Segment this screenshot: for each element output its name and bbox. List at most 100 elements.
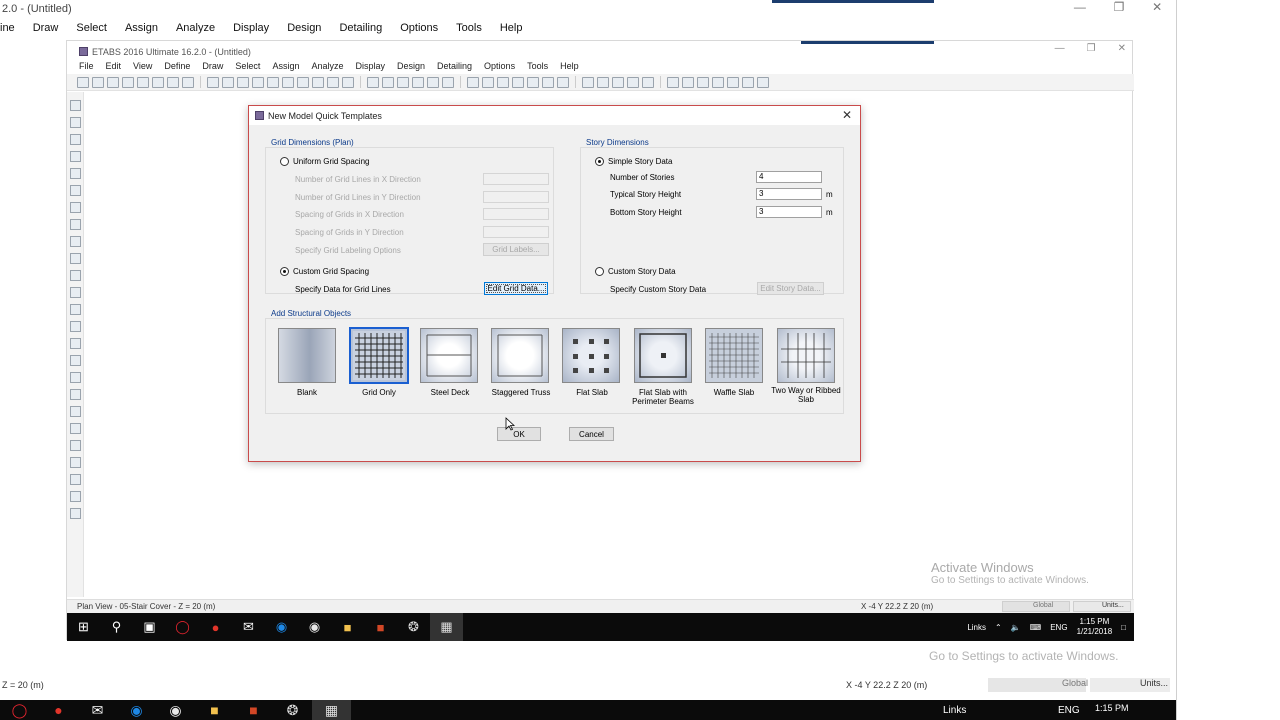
edge-icon[interactable]: ◉ bbox=[117, 700, 156, 720]
select-previous-icon[interactable] bbox=[69, 457, 81, 468]
draw-line-icon[interactable] bbox=[69, 151, 81, 162]
draw-section-cut-icon[interactable] bbox=[69, 304, 81, 315]
perspective-icon[interactable] bbox=[427, 76, 439, 88]
app-icon[interactable]: ❂ bbox=[273, 700, 312, 720]
opera-icon[interactable]: ◯ bbox=[166, 613, 199, 641]
folder-icon[interactable]: ■ bbox=[331, 613, 364, 641]
opera-icon[interactable]: ◯ bbox=[0, 700, 39, 720]
draw-developed-elevation-icon[interactable] bbox=[69, 321, 81, 332]
select-all-icon[interactable] bbox=[69, 423, 81, 434]
chrome-icon[interactable]: ◉ bbox=[298, 613, 331, 641]
draw-wall-icon[interactable] bbox=[527, 76, 539, 88]
draw-column-icon[interactable] bbox=[482, 76, 494, 88]
assign-diaphragm-icon[interactable] bbox=[642, 76, 654, 88]
notification-icon[interactable]: □ bbox=[1121, 623, 1126, 632]
tray-links[interactable]: Links bbox=[967, 623, 986, 632]
mail-icon[interactable]: ✉ bbox=[232, 613, 265, 641]
draw-rectangle-icon[interactable] bbox=[69, 236, 81, 247]
restore-icon[interactable]: ❐ bbox=[1114, 0, 1125, 18]
spacing-y-input[interactable] bbox=[483, 226, 549, 238]
assign-frame-icon[interactable] bbox=[597, 76, 609, 88]
menu-display[interactable]: Display bbox=[349, 61, 391, 71]
draw-reference-point-icon[interactable] bbox=[69, 338, 81, 349]
view-3d-icon[interactable] bbox=[297, 76, 309, 88]
menu-edit[interactable]: Edit bbox=[100, 61, 128, 71]
draw-brace-icon[interactable] bbox=[512, 76, 524, 88]
menu-select[interactable]: Select bbox=[229, 61, 266, 71]
draw-slab-icon[interactable] bbox=[542, 76, 554, 88]
pointer-icon[interactable] bbox=[69, 100, 81, 111]
zoom-fit-icon[interactable] bbox=[252, 76, 264, 88]
cancel-button[interactable]: Cancel bbox=[569, 427, 614, 441]
uniform-grid-radio[interactable] bbox=[280, 157, 289, 166]
outer-menu-analyze[interactable]: Analyze bbox=[168, 22, 225, 34]
clock[interactable]: 1:15 PM 1/21/2018 bbox=[1077, 617, 1113, 637]
move-up-icon[interactable] bbox=[367, 76, 379, 88]
design-icon[interactable] bbox=[742, 76, 754, 88]
etabs-taskbar-icon[interactable]: ▦ bbox=[430, 613, 463, 641]
draw-opening-icon[interactable] bbox=[69, 270, 81, 281]
menu-design[interactable]: Design bbox=[391, 61, 431, 71]
detailing-icon[interactable] bbox=[757, 76, 769, 88]
draw-brace-icon[interactable] bbox=[69, 202, 81, 213]
text-icon[interactable] bbox=[667, 76, 679, 88]
template-steel-deck[interactable] bbox=[420, 328, 478, 383]
draw-tendon-icon[interactable] bbox=[69, 372, 81, 383]
draw-opening-icon[interactable] bbox=[557, 76, 569, 88]
typical-story-height-input[interactable]: 3 bbox=[756, 188, 822, 200]
draw-strip-icon[interactable] bbox=[69, 389, 81, 400]
pdf-icon[interactable]: ● bbox=[39, 700, 78, 720]
extrude-icon[interactable] bbox=[442, 76, 454, 88]
menu-help[interactable]: Help bbox=[554, 61, 585, 71]
assign-shell-icon[interactable] bbox=[612, 76, 624, 88]
minimize-icon[interactable]: — bbox=[1055, 43, 1065, 54]
template-two-way-ribbed-slab[interactable] bbox=[777, 328, 835, 383]
refresh-icon[interactable] bbox=[152, 76, 164, 88]
pdf-icon[interactable]: ● bbox=[199, 613, 232, 641]
set-display-icon[interactable] bbox=[412, 76, 424, 88]
draw-grid-icon[interactable] bbox=[69, 355, 81, 366]
num-grid-y-input[interactable] bbox=[483, 191, 549, 203]
menu-draw[interactable]: Draw bbox=[196, 61, 229, 71]
assign-joint-icon[interactable] bbox=[582, 76, 594, 88]
outer-tray-language[interactable]: ENG bbox=[1058, 705, 1080, 716]
view-plan-icon[interactable] bbox=[312, 76, 324, 88]
outer-tray-links[interactable]: Links bbox=[943, 705, 966, 716]
volume-icon[interactable]: 🔈 bbox=[1011, 623, 1021, 632]
draw-dimension-icon[interactable] bbox=[69, 287, 81, 298]
template-waffle-slab[interactable] bbox=[705, 328, 763, 383]
display-deformed-icon[interactable] bbox=[712, 76, 724, 88]
simple-story-radio[interactable] bbox=[595, 157, 604, 166]
new-model-icon[interactable] bbox=[77, 76, 89, 88]
menu-assign[interactable]: Assign bbox=[266, 61, 305, 71]
assign-load-icon[interactable] bbox=[627, 76, 639, 88]
template-blank[interactable] bbox=[278, 328, 336, 383]
pan-icon[interactable] bbox=[282, 76, 294, 88]
close-icon[interactable]: ✕ bbox=[1152, 0, 1162, 18]
draw-joint-icon[interactable] bbox=[69, 134, 81, 145]
custom-story-radio[interactable] bbox=[595, 267, 604, 276]
edit-grid-data-button[interactable]: Edit Grid Data... bbox=[484, 282, 548, 295]
tray-language[interactable]: ENG bbox=[1050, 623, 1067, 632]
clear-selection-icon[interactable] bbox=[69, 474, 81, 485]
save-icon[interactable] bbox=[107, 76, 119, 88]
outer-coordinate-system-dropdown[interactable]: Global bbox=[988, 678, 1088, 692]
outer-menu-select[interactable]: Select bbox=[68, 22, 117, 34]
menu-options[interactable]: Options bbox=[478, 61, 521, 71]
table-icon[interactable] bbox=[697, 76, 709, 88]
outer-menu-tools[interactable]: Tools bbox=[448, 22, 492, 34]
deselect-icon[interactable] bbox=[69, 440, 81, 451]
etabs-taskbar-icon[interactable]: ▦ bbox=[312, 700, 351, 720]
search-icon[interactable]: ⚲ bbox=[100, 613, 133, 641]
ok-button[interactable]: OK bbox=[497, 427, 541, 441]
outer-menu-detailing[interactable]: Detailing bbox=[331, 22, 392, 34]
outer-menu-draw[interactable]: Draw bbox=[25, 22, 69, 34]
bottom-story-height-input[interactable]: 3 bbox=[756, 206, 822, 218]
draw-area-icon[interactable] bbox=[69, 219, 81, 230]
chevron-up-icon[interactable]: ⌃ bbox=[995, 623, 1002, 632]
menu-tools[interactable]: Tools bbox=[521, 61, 554, 71]
units-button[interactable]: Units... bbox=[1073, 601, 1131, 612]
snap-ends-icon[interactable] bbox=[69, 508, 81, 519]
menu-define[interactable]: Define bbox=[158, 61, 196, 71]
draw-beam-icon[interactable] bbox=[497, 76, 509, 88]
